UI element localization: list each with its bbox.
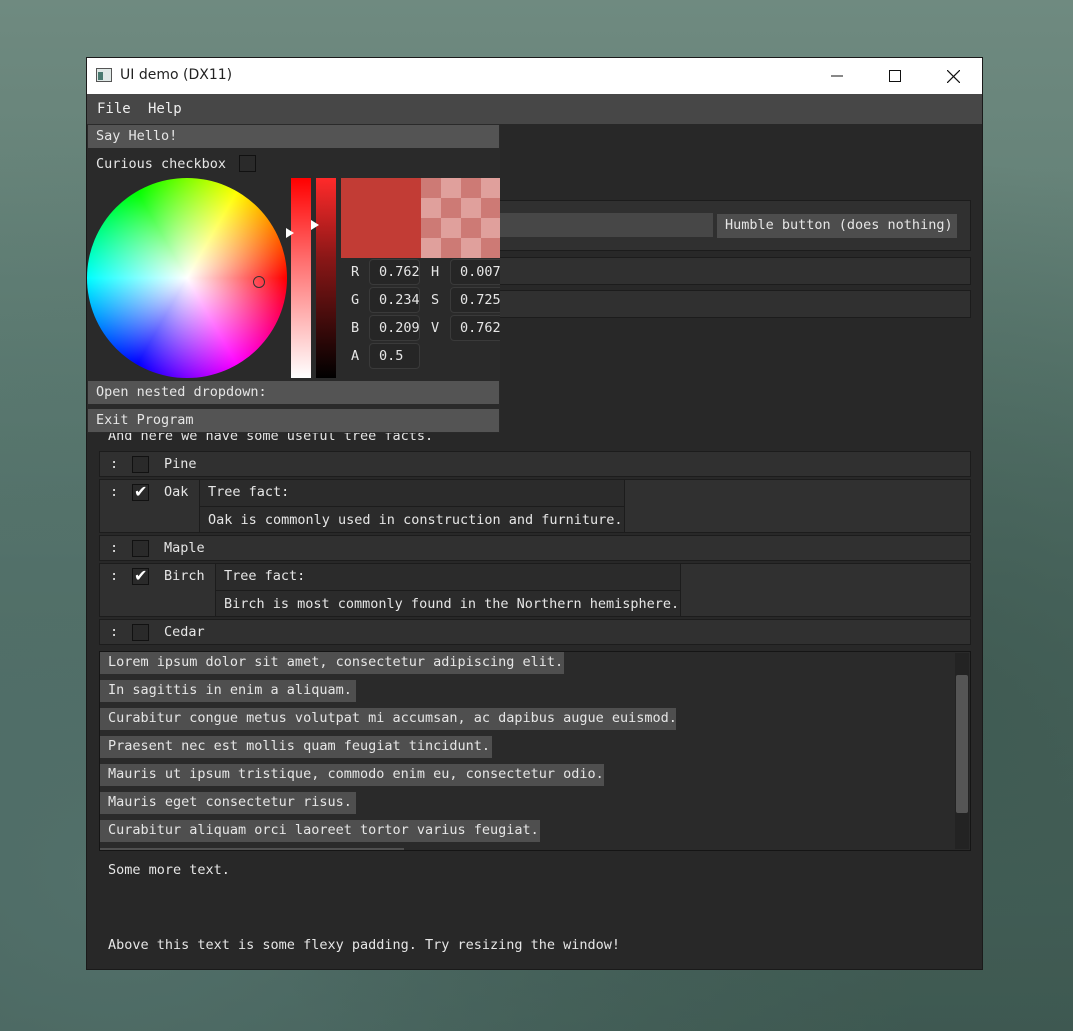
saturation-slider[interactable] [291, 178, 311, 378]
g-label: G [351, 292, 360, 308]
nested-dropdown-label: Open nested dropdown: [96, 384, 267, 400]
v-label: V [431, 320, 440, 336]
r-label: R [351, 264, 360, 280]
nested-dropdown-button[interactable]: Open nested dropdown: [88, 381, 499, 404]
drag-handle[interactable]: : [110, 456, 118, 472]
some-more-text: Some more text. [108, 862, 230, 878]
tree-fact-title: Tree fact: [208, 484, 290, 500]
humble-button-label: Humble button (does nothing) [725, 217, 953, 233]
say-hello-button[interactable]: Say Hello! [88, 125, 499, 148]
tree-label-pine: Pine [164, 456, 197, 472]
slider-arrow-icon[interactable] [311, 220, 319, 230]
app-icon [96, 68, 112, 82]
list-item[interactable]: In sagittis in enim a aliquam. [100, 680, 356, 702]
list-item[interactable]: Lorem ipsum dolor sit amet, consectetur … [100, 652, 564, 674]
tree-checkbox-cedar[interactable] [132, 624, 149, 641]
tree-label-birch: Birch [164, 568, 205, 584]
text-field[interactable] [480, 213, 713, 237]
tree-label-maple: Maple [164, 540, 205, 556]
close-icon [946, 69, 960, 83]
say-hello-label: Say Hello! [96, 128, 178, 144]
tree-checkbox-maple[interactable] [132, 540, 149, 557]
tree-row-maple [99, 535, 971, 561]
tree-label-oak: Oak [164, 484, 189, 500]
maximize-button[interactable] [866, 58, 924, 94]
tree-row-cedar [99, 619, 971, 645]
exit-program-button[interactable]: Exit Program [88, 409, 499, 432]
b-field[interactable]: 0.2096 [369, 315, 420, 341]
tree-checkbox-pine[interactable] [132, 456, 149, 473]
tree-fact-text: Birch is most commonly found in the Nort… [224, 596, 680, 612]
list-item-partial [100, 848, 404, 850]
checkmark-icon: ✔ [134, 482, 148, 501]
list-item[interactable]: Curabitur aliquam orci laoreet tortor va… [100, 820, 540, 842]
title-bar[interactable]: UI demo (DX11) [87, 58, 982, 94]
slider-arrow-icon[interactable] [286, 228, 294, 238]
tree-checkbox-birch[interactable]: ✔ [132, 566, 149, 585]
menu-help[interactable]: Help [148, 101, 182, 117]
list-item[interactable]: Mauris ut ipsum tristique, commodo enim … [100, 764, 604, 786]
drag-handle[interactable]: : [110, 624, 118, 640]
tree-fact-title: Tree fact: [224, 568, 306, 584]
minimize-icon [831, 75, 843, 77]
divider [200, 506, 624, 507]
color-preview-solid [341, 178, 421, 258]
b-label: B [351, 320, 360, 336]
scrollbar-thumb[interactable] [956, 675, 968, 813]
color-preview-alpha [421, 178, 500, 258]
checkmark-icon: ✔ [134, 566, 148, 585]
exit-program-label: Exit Program [96, 412, 194, 428]
divider [216, 590, 680, 591]
s-label: S [431, 292, 440, 308]
tree-row-pine [99, 451, 971, 477]
close-button[interactable] [924, 58, 982, 94]
file-dropdown-menu: Say Hello! Curious checkbox R 0.7624 H 0… [87, 124, 500, 433]
tree-label-cedar: Cedar [164, 624, 205, 640]
h-field[interactable]: 0.0076 [450, 259, 500, 285]
menu-bar: File Help [87, 94, 982, 124]
curious-checkbox[interactable] [239, 155, 256, 172]
r-field[interactable]: 0.7624 [369, 259, 420, 285]
flexy-padding-text: Above this text is some flexy padding. T… [108, 937, 621, 953]
drag-handle[interactable]: : [110, 540, 118, 556]
curious-checkbox-label: Curious checkbox [96, 156, 227, 172]
tree-checkbox-oak[interactable]: ✔ [132, 482, 149, 501]
minimize-button[interactable] [808, 58, 866, 94]
v-field[interactable]: 0.7624 [450, 315, 500, 341]
g-field[interactable]: 0.2345 [369, 287, 420, 313]
window-title: UI demo (DX11) [120, 67, 233, 83]
drag-handle[interactable]: : [110, 484, 118, 500]
list-item[interactable]: Praesent nec est mollis quam feugiat tin… [100, 736, 492, 758]
maximize-icon [889, 70, 901, 82]
a-label: A [351, 348, 360, 364]
s-field[interactable]: 0.7254 [450, 287, 500, 313]
tree-fact-text: Oak is commonly used in construction and… [208, 512, 623, 528]
drag-handle[interactable]: : [110, 568, 118, 584]
value-slider[interactable] [316, 178, 336, 378]
list-item[interactable]: Mauris eget consectetur risus. [100, 792, 356, 814]
a-field[interactable]: 0.5 [369, 343, 420, 369]
wheel-selector[interactable] [253, 276, 265, 288]
list-item[interactable]: Curabitur congue metus volutpat mi accum… [100, 708, 677, 730]
h-label: H [431, 264, 440, 280]
menu-file[interactable]: File [97, 101, 131, 117]
humble-button[interactable]: Humble button (does nothing) [717, 214, 957, 238]
